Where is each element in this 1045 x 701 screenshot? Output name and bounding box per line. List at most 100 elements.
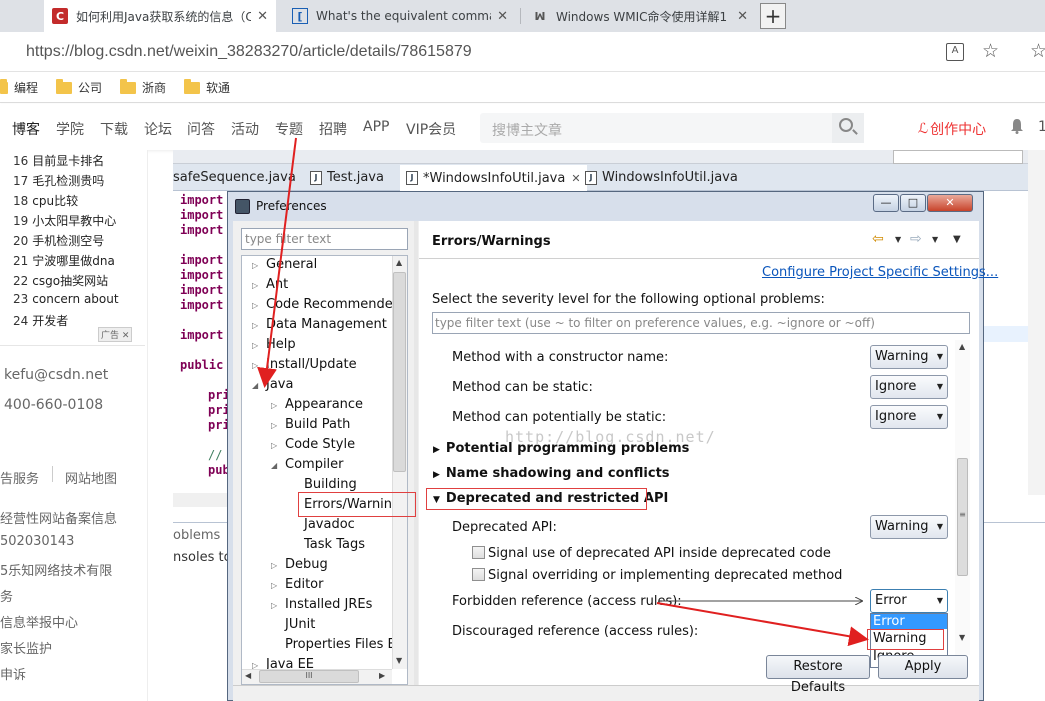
configure-project-settings-link[interactable]: Configure Project Specific Settings... bbox=[762, 265, 998, 280]
forward-history-dropdown-icon[interactable]: ▼ bbox=[932, 235, 938, 244]
hot-search-item[interactable]: 24 开发者 bbox=[13, 312, 68, 329]
collapse-arrow-icon[interactable]: ◢ bbox=[271, 461, 277, 470]
options-scroll-thumb[interactable]: ≡ bbox=[957, 458, 968, 576]
back-arrow-icon[interactable]: ⇦ bbox=[872, 231, 884, 247]
scroll-up-icon[interactable]: ▲ bbox=[396, 258, 402, 267]
hot-search-item[interactable]: 17 毛孔检测贵吗 bbox=[13, 172, 104, 189]
footer-line[interactable]: 经营性网站备案信息 bbox=[0, 508, 117, 527]
tree-item[interactable]: Appearance bbox=[285, 397, 363, 412]
scroll-down-icon[interactable]: ▼ bbox=[396, 656, 402, 665]
editor-tab[interactable]: J WindowsInfoUtil.java bbox=[585, 170, 738, 185]
tree-item[interactable]: Ant bbox=[266, 277, 288, 292]
bookmark-folder[interactable]: 编程 bbox=[0, 78, 38, 96]
expand-arrow-icon[interactable]: ▷ bbox=[252, 361, 258, 370]
view-menu-icon[interactable]: ▼ bbox=[953, 234, 961, 245]
favorites-list-icon[interactable]: ☆ bbox=[1030, 40, 1045, 62]
collapse-arrow-icon[interactable]: ◢ bbox=[252, 381, 258, 390]
expand-arrow-icon[interactable]: ▷ bbox=[271, 601, 277, 610]
tree-item[interactable]: Compiler bbox=[285, 457, 344, 472]
nav-vip[interactable]: VIP会员 bbox=[406, 119, 456, 139]
hot-search-item[interactable]: 22 csgo抽奖网站 bbox=[13, 272, 108, 289]
expand-arrow-icon[interactable]: ▷ bbox=[271, 401, 277, 410]
quick-access-field[interactable] bbox=[893, 150, 1023, 164]
contact-email[interactable]: kefu@csdn.net bbox=[4, 367, 108, 383]
tab-close-icon[interactable]: ✕ bbox=[497, 9, 508, 24]
favorite-star-icon[interactable]: ☆ bbox=[982, 40, 999, 62]
nav-download[interactable]: 下载 bbox=[100, 119, 128, 139]
tree-item[interactable]: Data Management bbox=[266, 317, 387, 332]
close-button[interactable]: ✕ bbox=[927, 194, 973, 212]
hot-search-item[interactable]: 19 小太阳早教中心 bbox=[13, 212, 116, 229]
hot-search-item[interactable]: 18 cpu比较 bbox=[13, 192, 78, 209]
tree-item[interactable]: Javadoc bbox=[304, 517, 355, 532]
browser-tab-2[interactable]: [ What's the equivalent command ✕ bbox=[284, 0, 516, 32]
override-deprecated-checkbox[interactable] bbox=[472, 568, 485, 581]
expand-arrow-icon[interactable]: ▷ bbox=[252, 301, 258, 310]
hot-search-item[interactable]: 21 宁波哪里做dna bbox=[13, 252, 115, 269]
browser-tab-active[interactable]: C 如何利用Java获取系统的信息（C ✕ bbox=[44, 0, 276, 32]
expand-arrow-icon[interactable]: ▷ bbox=[271, 441, 277, 450]
tree-item[interactable]: Task Tags bbox=[304, 537, 365, 552]
pane-sash[interactable] bbox=[414, 221, 418, 701]
forward-arrow-icon[interactable]: ⇨ bbox=[910, 231, 922, 247]
tree-item[interactable]: Java bbox=[266, 377, 293, 392]
back-history-dropdown-icon[interactable]: ▼ bbox=[895, 235, 901, 244]
severity-combo[interactable]: Ignore bbox=[870, 375, 948, 399]
footer-ad-service[interactable]: 告服务 bbox=[0, 468, 39, 487]
deprecated-api-combo[interactable]: Warning bbox=[870, 515, 948, 539]
severity-combo[interactable]: Ignore bbox=[870, 405, 948, 429]
scroll-left-icon[interactable]: ◀ bbox=[245, 671, 251, 680]
hot-search-item[interactable]: 20 手机检测空号 bbox=[13, 232, 104, 249]
tree-item[interactable]: Properties Files Ed bbox=[285, 637, 404, 652]
footer-line[interactable]: 502030143 bbox=[0, 534, 74, 549]
nav-academy[interactable]: 学院 bbox=[56, 119, 84, 139]
footer-line[interactable]: 家长监护 bbox=[0, 638, 52, 657]
tree-hscroll-thumb[interactable]: III bbox=[259, 670, 359, 683]
dropdown-option-error[interactable]: Error bbox=[871, 614, 947, 629]
tab-close-icon[interactable]: ✕ bbox=[257, 9, 268, 24]
tree-item[interactable]: Editor bbox=[285, 577, 323, 592]
forbidden-reference-combo[interactable]: Error bbox=[870, 589, 948, 613]
editor-tab-close-icon[interactable]: ✕ bbox=[571, 172, 580, 185]
footer-line[interactable]: 信息举报中心 bbox=[0, 612, 78, 631]
scroll-down-icon[interactable]: ▼ bbox=[959, 633, 965, 642]
hot-search-item[interactable]: 16 目前显卡排名 bbox=[13, 152, 104, 169]
nav-topics[interactable]: 专题 bbox=[275, 119, 303, 139]
footer-site-map[interactable]: 网站地图 bbox=[65, 468, 117, 487]
scroll-right-icon[interactable]: ▶ bbox=[379, 671, 385, 680]
problems-tab[interactable]: oblems bbox=[173, 528, 220, 543]
expand-arrow-icon[interactable]: ▷ bbox=[271, 581, 277, 590]
nav-jobs[interactable]: 招聘 bbox=[319, 119, 347, 139]
expand-arrow-icon[interactable]: ▷ bbox=[252, 341, 258, 350]
minimize-button[interactable]: — bbox=[873, 194, 899, 212]
tab-close-icon[interactable]: ✕ bbox=[737, 9, 748, 24]
editor-tab[interactable]: J Test.java bbox=[310, 170, 384, 185]
editor-hscrollbar[interactable] bbox=[173, 493, 228, 507]
expand-arrow-icon[interactable]: ▷ bbox=[252, 261, 258, 270]
tree-item[interactable]: General bbox=[266, 257, 317, 272]
expand-arrow-icon[interactable]: ▷ bbox=[252, 281, 258, 290]
tree-item[interactable]: Help bbox=[266, 337, 296, 352]
reader-mode-icon[interactable]: A bbox=[946, 43, 964, 61]
maximize-button[interactable]: □ bbox=[900, 194, 926, 212]
create-center-button[interactable]: ℒ 创作中心 bbox=[918, 119, 986, 139]
expand-arrow-icon[interactable]: ▷ bbox=[271, 421, 277, 430]
bell-icon[interactable] bbox=[1010, 118, 1024, 134]
restore-defaults-button[interactable]: Restore Defaults bbox=[766, 655, 870, 695]
expand-arrow-icon[interactable]: ▷ bbox=[252, 321, 258, 330]
tree-item[interactable]: Code Style bbox=[285, 437, 355, 452]
footer-line[interactable]: 5乐知网络技术有限 bbox=[0, 560, 112, 579]
bookmark-folder[interactable]: 软通 bbox=[184, 78, 230, 96]
bookmark-folder[interactable]: 浙商 bbox=[120, 78, 166, 96]
deprecated-in-deprecated-checkbox[interactable] bbox=[472, 546, 485, 559]
tree-item[interactable]: Code Recommenders bbox=[266, 297, 405, 312]
tree-item[interactable]: Install/Update bbox=[266, 357, 357, 372]
expand-arrow-icon[interactable]: ▷ bbox=[271, 561, 277, 570]
section-name-shadowing[interactable]: ▶ Name shadowing and conflicts bbox=[433, 466, 670, 481]
tree-scroll-thumb[interactable] bbox=[393, 272, 406, 472]
bookmark-folder[interactable]: 公司 bbox=[56, 78, 102, 96]
editor-tab-active[interactable]: J *WindowsInfoUtil.java ✕ bbox=[400, 165, 587, 191]
nav-forum[interactable]: 论坛 bbox=[144, 119, 172, 139]
scroll-up-icon[interactable]: ▲ bbox=[959, 342, 965, 351]
severity-combo[interactable]: Warning bbox=[870, 345, 948, 369]
